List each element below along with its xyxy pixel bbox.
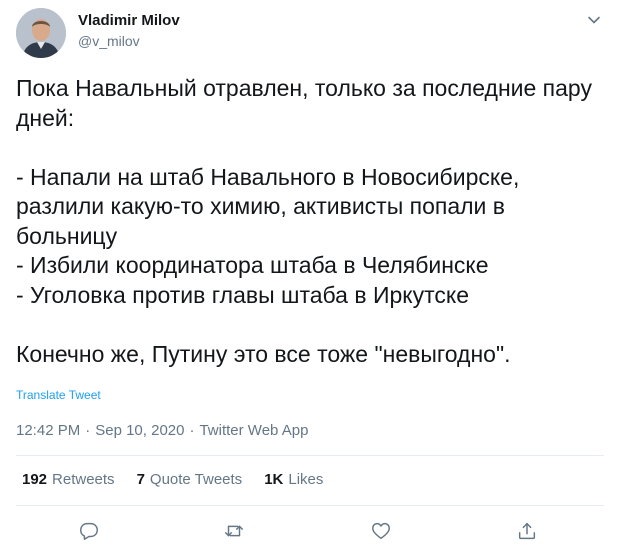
author-handle[interactable]: @v_milov [78, 33, 140, 49]
translate-tweet-link[interactable]: Translate Tweet [16, 388, 101, 402]
tweet: Vladimir Milov @v_milov Пока Навальный о… [0, 0, 620, 558]
tweet-stats: 192 Retweets 7 Quote Tweets 1K Likes [22, 471, 323, 488]
meta-separator: · [85, 422, 91, 439]
heart-icon[interactable] [364, 514, 398, 548]
likes-count: 1K [264, 471, 284, 488]
retweets-stat[interactable]: 192 Retweets [22, 471, 115, 488]
retweets-label: Retweets [52, 471, 115, 488]
retweet-icon[interactable] [217, 514, 251, 548]
likes-label: Likes [288, 471, 324, 488]
tweet-date[interactable]: Sep 10, 2020 [95, 422, 184, 439]
quote-tweets-label: Quote Tweets [149, 471, 243, 488]
chevron-down-icon[interactable] [582, 8, 606, 32]
likes-stat[interactable]: 1K Likes [264, 471, 323, 488]
tweet-time[interactable]: 12:42 PM [16, 422, 80, 439]
retweets-count: 192 [22, 471, 48, 488]
tweet-meta: 12:42 PM · Sep 10, 2020 · Twitter Web Ap… [16, 422, 308, 439]
meta-separator: · [189, 422, 195, 439]
divider [16, 505, 604, 506]
reply-icon[interactable] [72, 514, 106, 548]
divider [16, 455, 604, 456]
share-icon[interactable] [510, 514, 544, 548]
quote-tweets-stat[interactable]: 7 Quote Tweets [137, 471, 243, 488]
quote-tweets-count: 7 [136, 471, 145, 488]
tweet-text: Пока Навальный отравлен, только за после… [16, 75, 592, 367]
avatar[interactable] [16, 8, 66, 58]
tweet-actions [0, 514, 620, 548]
tweet-source[interactable]: Twitter Web App [199, 422, 308, 439]
author-name[interactable]: Vladimir Milov [78, 12, 180, 29]
